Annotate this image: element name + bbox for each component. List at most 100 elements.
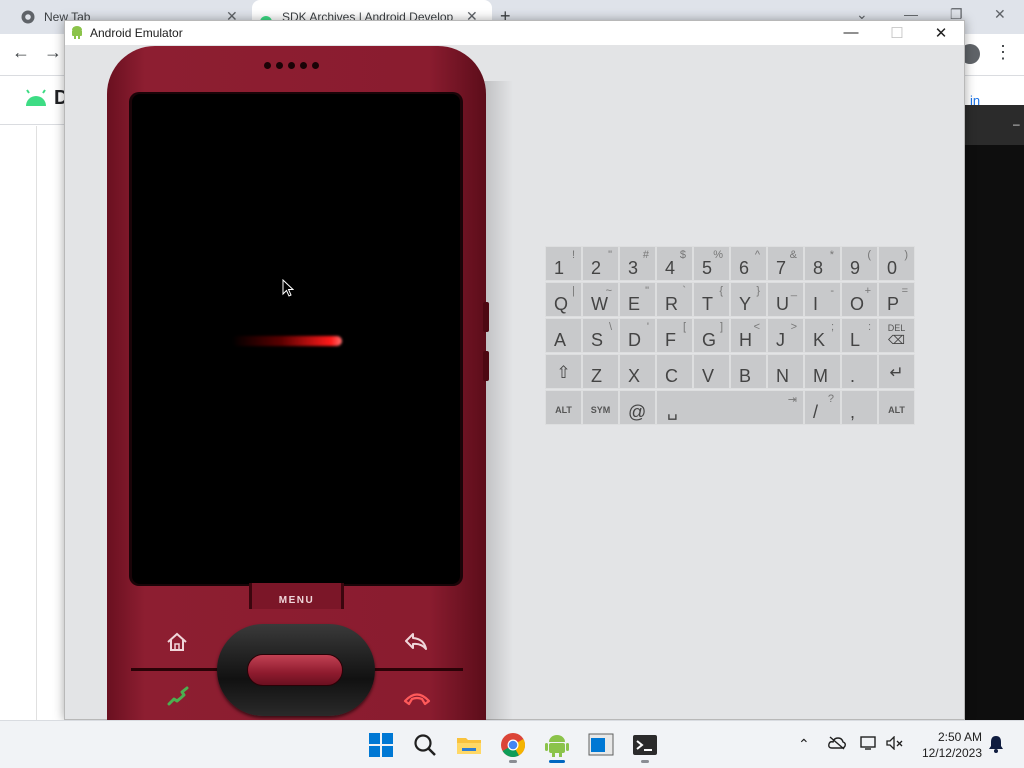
key-w[interactable]: W ~ <box>582 282 619 317</box>
volume-muted-icon[interactable] <box>886 735 904 753</box>
key-2[interactable]: 2 " <box>582 246 619 281</box>
key-j[interactable]: J > <box>767 318 804 353</box>
key-p[interactable]: P = <box>878 282 915 317</box>
alt-key[interactable]: ALT <box>545 390 582 425</box>
key-5[interactable]: 5% <box>693 246 730 281</box>
key-period[interactable]: . <box>841 354 878 389</box>
trackball-button[interactable] <box>247 654 343 686</box>
key-comma[interactable]: , <box>841 390 878 425</box>
key-l[interactable]: L: <box>841 318 878 353</box>
key-m[interactable]: M <box>804 354 841 389</box>
key-label: A <box>554 330 567 350</box>
key-alt-label: * <box>829 249 834 261</box>
end-call-icon[interactable] <box>403 690 431 706</box>
key-b[interactable]: B <box>730 354 767 389</box>
sym-key[interactable]: SYM <box>582 390 619 425</box>
notification-bell-icon[interactable] <box>988 735 1004 756</box>
key-u[interactable]: U _ <box>767 282 804 317</box>
chrome-icon[interactable] <box>500 732 526 758</box>
key-0[interactable]: 0) <box>878 246 915 281</box>
space-key[interactable]: ␣ ⇥ <box>656 390 804 425</box>
terminal-icon[interactable] <box>632 732 658 758</box>
key-label: @ <box>628 402 647 422</box>
search-icon[interactable] <box>412 732 438 758</box>
key-alt-label: ; <box>830 321 834 333</box>
key-y[interactable]: Y} <box>730 282 767 317</box>
key-n[interactable]: N <box>767 354 804 389</box>
key-o[interactable]: O + <box>841 282 878 317</box>
key-k[interactable]: K; <box>804 318 841 353</box>
forward-arrow-icon[interactable]: → <box>40 42 66 63</box>
key-g[interactable]: G] <box>693 318 730 353</box>
key-alt-label: < <box>753 321 760 333</box>
key-z[interactable]: Z <box>582 354 619 389</box>
active-indicator <box>549 760 565 763</box>
clock-date[interactable]: 12/12/2023 <box>916 746 982 760</box>
terminal-window: – <box>965 105 1024 720</box>
home-icon[interactable] <box>165 630 189 654</box>
volume-down-button[interactable] <box>483 351 489 381</box>
cloud-offline-icon[interactable] <box>828 736 846 753</box>
key-9[interactable]: 9( <box>841 246 878 281</box>
earpiece-speaker <box>264 62 319 69</box>
key-i[interactable]: I- <box>804 282 841 317</box>
key-7[interactable]: 7 & <box>767 246 804 281</box>
emulator-window: Android Emulator — ☐ ✕ MENU 1 ! 2 " 3 # … <box>64 20 965 746</box>
terminal-titlebar[interactable]: – <box>965 105 1024 145</box>
key-r[interactable]: R ` <box>656 282 693 317</box>
close-icon[interactable]: ✕ <box>994 6 1006 23</box>
key-label: 5 <box>702 258 713 278</box>
key-label: 8 <box>813 258 824 278</box>
key-x[interactable]: X <box>619 354 656 389</box>
close-icon[interactable]: ✕ <box>931 24 951 42</box>
key-alt-label: | <box>572 285 575 297</box>
volume-up-button[interactable] <box>483 302 489 332</box>
key-3[interactable]: 3 # <box>619 246 656 281</box>
key-6[interactable]: 6 ^ <box>730 246 767 281</box>
key-label: B <box>739 366 752 386</box>
key-d[interactable]: D ' <box>619 318 656 353</box>
key-f[interactable]: F[ <box>656 318 693 353</box>
key-1[interactable]: 1! <box>545 246 582 281</box>
key-q[interactable]: Q | <box>545 282 582 317</box>
dpad[interactable] <box>217 624 375 716</box>
more-menu-icon[interactable]: ⋮ <box>994 42 1012 63</box>
emulator-screen[interactable] <box>132 94 460 584</box>
android-logo-icon[interactable] <box>24 89 48 112</box>
shift-key[interactable]: ⇧ <box>545 354 582 389</box>
key-alt-label: ( <box>867 249 871 261</box>
key-at[interactable]: @ <box>619 390 656 425</box>
delete-key[interactable]: ⌫ DEL <box>878 318 915 353</box>
key-label: C <box>665 366 678 386</box>
key-alt-label: ~ <box>605 285 612 297</box>
call-icon[interactable] <box>165 686 191 710</box>
app-window-icon[interactable] <box>588 732 614 758</box>
speaker-dot <box>288 62 295 69</box>
emulator-titlebar[interactable]: Android Emulator — ☐ ✕ <box>65 21 964 45</box>
key-alt-label: - <box>830 285 834 297</box>
key-8[interactable]: 8 * <box>804 246 841 281</box>
key-h[interactable]: H < <box>730 318 767 353</box>
back-icon[interactable] <box>403 630 429 654</box>
key-s[interactable]: S \ <box>582 318 619 353</box>
key-e[interactable]: E " <box>619 282 656 317</box>
key-c[interactable]: C <box>656 354 693 389</box>
back-arrow-icon[interactable]: ← <box>8 42 34 63</box>
android-emulator-taskbar-icon[interactable] <box>544 732 570 758</box>
key-a[interactable]: A <box>545 318 582 353</box>
enter-key[interactable]: ↵ <box>878 354 915 389</box>
menu-button[interactable]: MENU <box>249 583 344 609</box>
key-v[interactable]: V <box>693 354 730 389</box>
clock-time[interactable]: 2:50 AM <box>930 730 982 744</box>
minimize-icon[interactable]: — <box>841 24 861 41</box>
windows-start-icon[interactable] <box>368 732 394 758</box>
key-4[interactable]: 4 $ <box>656 246 693 281</box>
chevron-up-icon[interactable]: ⌃ <box>798 736 810 753</box>
key-t[interactable]: T{ <box>693 282 730 317</box>
key-alt-label: _ <box>790 285 797 297</box>
alt-key[interactable]: ALT <box>878 390 915 425</box>
key-slash[interactable]: /? <box>804 390 841 425</box>
key-label: U <box>776 294 789 314</box>
network-icon[interactable] <box>860 736 878 753</box>
file-explorer-icon[interactable] <box>456 732 482 758</box>
